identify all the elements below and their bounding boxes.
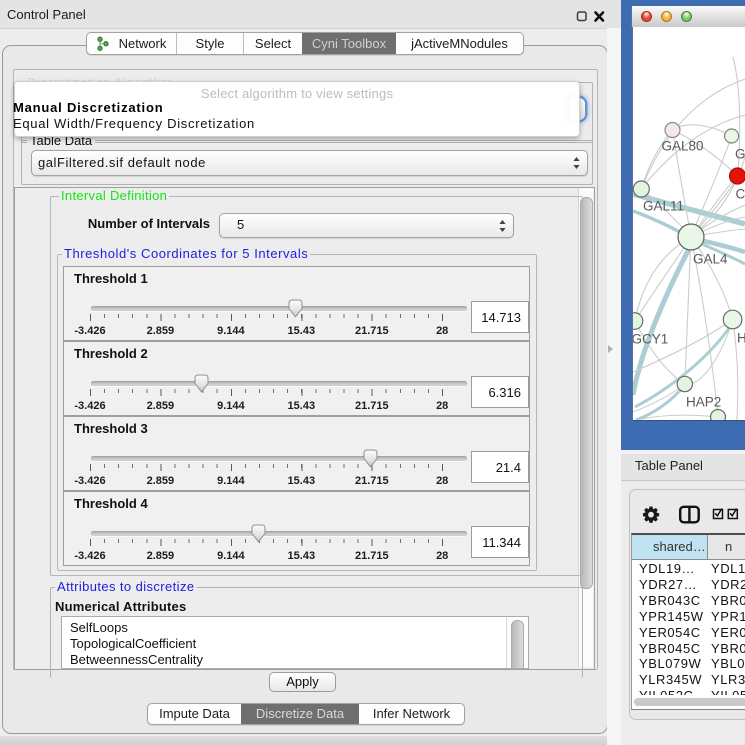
svg-text:C: C [736, 187, 745, 202]
svg-text:GAL11: GAL11 [643, 199, 684, 214]
svg-text:H: H [737, 331, 745, 346]
svg-text:GAL4: GAL4 [693, 252, 728, 267]
svg-text:GAL80: GAL80 [662, 139, 704, 154]
svg-text:GCY1: GCY1 [633, 332, 668, 347]
svg-text:HAP2: HAP2 [686, 395, 721, 410]
svg-text:GA: GA [735, 147, 745, 162]
